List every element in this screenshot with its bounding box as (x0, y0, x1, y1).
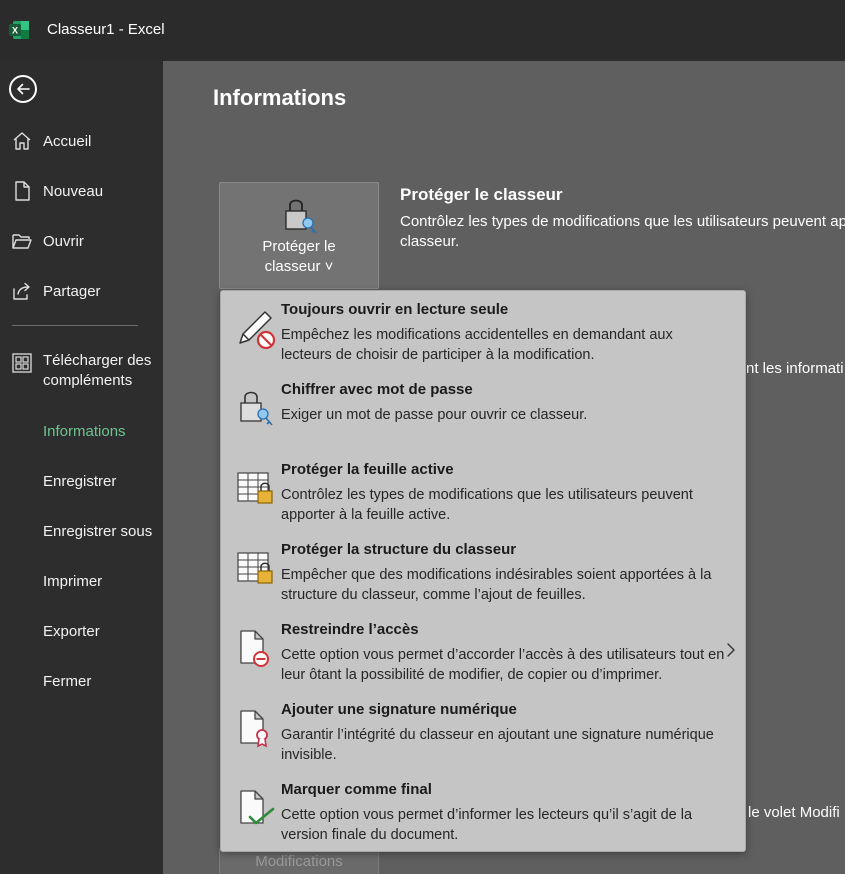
nav-get-add-ins[interactable]: Télécharger des compléments (0, 349, 163, 395)
nav-open-label: Ouvrir (43, 232, 84, 250)
section-description-line2: classeur. (400, 233, 460, 250)
nav-close[interactable]: Fermer (0, 661, 163, 701)
menu-item-description: Empêcher que des modifications indésirab… (281, 567, 712, 603)
nav-print-label: Imprimer (43, 572, 103, 590)
nav-open[interactable]: Ouvrir (0, 221, 163, 261)
workbook-lock-icon (237, 552, 273, 584)
lock-key-icon (240, 391, 273, 426)
nav-save-as[interactable]: Enregistrer sous (0, 511, 163, 551)
menu-item-description: Garantir l’intégrité du classeur en ajou… (281, 727, 714, 763)
nav-info[interactable]: Informations (0, 411, 163, 451)
nav-export[interactable]: Exporter (0, 611, 163, 651)
menu-item-title: Ajouter une signature numérique (281, 701, 517, 718)
document-check-icon (240, 790, 275, 825)
open-folder-icon (11, 230, 33, 252)
menu-item-description: Contrôlez les types de modifications que… (281, 487, 693, 523)
submenu-chevron-right-icon[interactable] (726, 642, 736, 658)
lock-key-icon (285, 199, 317, 234)
add-ins-icon (11, 352, 33, 374)
protect-workbook-label-line2: classeur ˅ (264, 258, 334, 275)
svg-text:X: X (12, 26, 18, 36)
menu-item-title: Chiffrer avec mot de passe (281, 381, 473, 398)
backstage-sidebar: Accueil Nouveau Ouvrir Partager Téléchar… (0, 61, 163, 874)
sidebar-divider (12, 325, 138, 326)
menu-item-description: Empêchez les modifications accidentelles… (281, 327, 673, 363)
nav-export-label: Exporter (43, 622, 100, 640)
menu-item-title: Protéger la structure du classeur (281, 541, 517, 558)
excel-logo-icon: X (9, 21, 29, 39)
menu-item-description: Cette option vous permet d’informer les … (281, 807, 693, 843)
sheet-lock-icon (237, 472, 273, 504)
menu-item-description: Exiger un mot de passe pour ouvrir ce cl… (281, 407, 588, 423)
menu-item-protect-structure[interactable]: Protéger la structure du classeur Empêch… (221, 531, 745, 611)
pencil-no-icon (239, 311, 276, 349)
menu-item-mark-final[interactable]: Marquer comme final Cette option vous pe… (221, 771, 745, 851)
nav-close-label: Fermer (43, 672, 92, 690)
share-icon (11, 280, 33, 302)
nav-share[interactable]: Partager (0, 271, 163, 311)
protect-workbook-label-line1: Protéger le (262, 238, 336, 255)
page-title: Informations (213, 85, 347, 110)
menu-item-title: Marquer comme final (281, 781, 432, 798)
section-heading: Protéger le classeur (400, 185, 563, 204)
nav-print[interactable]: Imprimer (0, 561, 163, 601)
background-text: le volet Modifi (748, 804, 840, 821)
protect-workbook-menu: Toujours ouvrir en lecture seule Empêche… (220, 290, 746, 852)
document-ribbon-icon (240, 710, 268, 748)
section-description-line1: Contrôlez les types de modifications que… (400, 213, 845, 230)
home-icon (11, 130, 33, 152)
nav-get-add-ins-label: Télécharger des compléments (43, 352, 152, 389)
nav-save-as-label: Enregistrer sous (43, 522, 153, 540)
nav-home-label: Accueil (43, 132, 92, 150)
menu-item-restrict-access[interactable]: Restreindre l’accès Cette option vous pe… (221, 611, 745, 691)
menu-item-encrypt-password[interactable]: Chiffrer avec mot de passe Exiger un mot… (221, 371, 745, 451)
section-description: Contrôlez les types de modifications que… (400, 212, 845, 252)
nav-save[interactable]: Enregistrer (0, 461, 163, 501)
background-text: nt les informati (746, 360, 844, 377)
nav-save-label: Enregistrer (43, 472, 117, 490)
nav-new[interactable]: Nouveau (0, 171, 163, 211)
nav-share-label: Partager (43, 282, 101, 300)
nav-new-label: Nouveau (43, 182, 104, 200)
title-bar: X Classeur1 - Excel (0, 0, 845, 61)
new-document-icon (11, 180, 33, 202)
menu-item-description: Cette option vous permet d’accorder l’ac… (281, 647, 725, 683)
protect-workbook-label: Protéger le classeur ˅ (220, 237, 378, 277)
menu-item-title: Protéger la feuille active (281, 461, 454, 478)
menu-item-title: Restreindre l’accès (281, 621, 419, 638)
arrow-left-icon (17, 83, 30, 95)
menu-item-title: Toujours ouvrir en lecture seule (281, 301, 509, 318)
back-button[interactable] (9, 75, 37, 103)
menu-item-protect-sheet[interactable]: Protéger la feuille active Contrôlez les… (221, 451, 745, 531)
modifications-button-label: Modifications (255, 853, 343, 870)
nav-info-label: Informations (43, 422, 126, 440)
document-restrict-icon (240, 630, 269, 667)
menu-item-digital-signature[interactable]: Ajouter une signature numérique Garantir… (221, 691, 745, 771)
window-title: Classeur1 - Excel (47, 21, 165, 38)
menu-item-read-only[interactable]: Toujours ouvrir en lecture seule Empêche… (221, 291, 745, 371)
nav-home[interactable]: Accueil (0, 121, 163, 161)
protect-workbook-button[interactable]: Protéger le classeur ˅ (219, 182, 379, 289)
